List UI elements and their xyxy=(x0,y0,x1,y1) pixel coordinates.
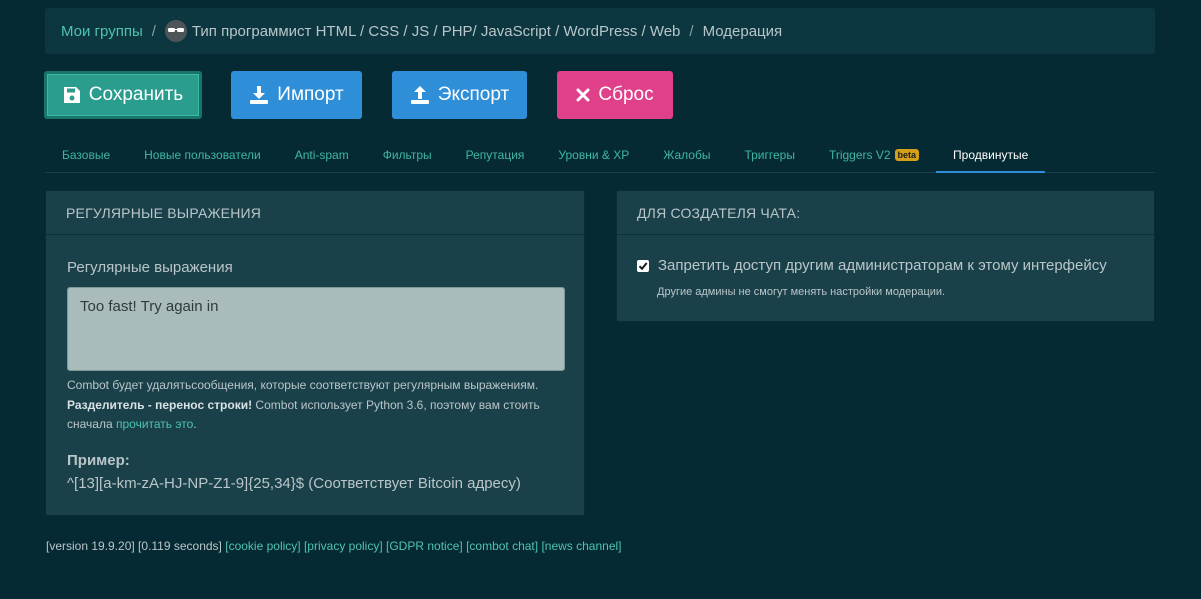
breadcrumb-separator: / xyxy=(151,22,156,40)
tab-label: Новые пользователи xyxy=(144,148,261,162)
regex-panel: РЕГУЛЯРНЫЕ ВЫРАЖЕНИЯ Регулярные выражени… xyxy=(45,190,585,516)
breadcrumb-my-groups-link[interactable]: Мои группы xyxy=(61,23,143,40)
restrict-admins-label[interactable]: Запретить доступ другим администраторам … xyxy=(658,257,1107,274)
import-button-label: Импорт xyxy=(277,84,344,105)
tab-new-users[interactable]: Новые пользователи xyxy=(127,138,278,172)
tab-label: Базовые xyxy=(62,148,111,162)
tab-anti-spam[interactable]: Anti-spam xyxy=(278,138,366,172)
read-this-link[interactable]: прочитать это xyxy=(116,417,193,431)
help-text-1: Combot будет удалятьсообщения, которые с… xyxy=(67,378,539,392)
tab-triggers[interactable]: Триггеры xyxy=(727,138,812,172)
tab-label: Фильтры xyxy=(382,148,432,162)
checkmark-icon xyxy=(638,261,648,270)
breadcrumb-group-link[interactable]: Тип программист HTML / CSS / JS / PHP/ J… xyxy=(192,23,681,40)
export-button-label: Экспорт xyxy=(437,84,510,105)
save-button-label: Сохранить xyxy=(88,84,184,105)
tab-label: Anti-spam xyxy=(294,148,349,162)
tab-reports[interactable]: Жалобы xyxy=(646,138,727,172)
upload-icon xyxy=(410,85,430,105)
tab-label: Триггеры xyxy=(744,148,795,162)
tab-basic[interactable]: Базовые xyxy=(45,138,127,172)
tab-label: Репутация xyxy=(465,148,525,162)
group-avatar xyxy=(164,20,187,42)
restrict-admins-row: Запретить доступ другим администраторам … xyxy=(637,257,1107,274)
privacy-policy-link[interactable]: [privacy policy] xyxy=(304,539,383,553)
tab-label: Уровни & XP xyxy=(558,148,630,162)
example-title: Пример: xyxy=(67,452,130,469)
regex-help-text: Combot будет удалятьсообщения, которые с… xyxy=(67,376,567,435)
regex-field-label: Регулярные выражения xyxy=(67,259,233,276)
save-button[interactable]: Сохранить xyxy=(44,71,202,119)
breadcrumb: Мои группы / Тип программист HTML / CSS … xyxy=(45,8,1155,54)
breadcrumb-separator: / xyxy=(689,22,694,40)
footer-version: [version 19.9.20] [0.119 seconds] xyxy=(46,539,222,553)
tab-filters[interactable]: Фильтры xyxy=(366,138,449,172)
footer: [version 19.9.20] [0.119 seconds] [cooki… xyxy=(46,539,622,553)
download-icon xyxy=(249,85,269,105)
export-button[interactable]: Экспорт xyxy=(392,71,527,119)
tab-label: Triggers V2 xyxy=(828,148,891,162)
combot-chat-link[interactable]: [combot chat] xyxy=(466,539,538,553)
chat-creator-panel-title: ДЛЯ СОЗДАТЕЛЯ ЧАТА: xyxy=(617,191,1154,235)
tab-label: Жалобы xyxy=(663,148,711,162)
gdpr-notice-link[interactable]: [GDPR notice] xyxy=(386,539,463,553)
help-text-bold: Разделитель - перенос строки! xyxy=(67,397,253,412)
breadcrumb-current: Модерация xyxy=(702,22,783,40)
floppy-disk-icon xyxy=(63,86,81,104)
example-value: ^[13][a-km-zA-HJ-NP-Z1-9]{25,34}$ (Соотв… xyxy=(67,475,521,492)
tab-levels-xp[interactable]: Уровни & XP xyxy=(541,138,646,172)
chat-creator-panel: ДЛЯ СОЗДАТЕЛЯ ЧАТА: Запретить доступ дру… xyxy=(616,190,1155,322)
beta-badge: beta xyxy=(894,149,920,161)
import-button[interactable]: Импорт xyxy=(231,71,362,119)
tab-label: Продвинутые xyxy=(953,147,1029,162)
tab-triggers-v2[interactable]: Triggers V2 beta xyxy=(812,138,936,172)
reset-button[interactable]: Сброс xyxy=(557,71,673,119)
settings-tabs: Базовые Новые пользователи Anti-spam Фил… xyxy=(45,138,1155,173)
help-text-end: . xyxy=(193,417,197,431)
regex-panel-title: РЕГУЛЯРНЫЕ ВЫРАЖЕНИЯ xyxy=(46,191,584,235)
cookie-policy-link[interactable]: [cookie policy] xyxy=(225,539,300,553)
restrict-admins-checkbox[interactable] xyxy=(637,259,649,272)
news-channel-link[interactable]: [news channel] xyxy=(541,539,621,553)
tab-reputation[interactable]: Репутация xyxy=(449,138,542,172)
reset-button-label: Сброс xyxy=(598,84,654,105)
regex-textarea[interactable]: Too fast! Try again in xyxy=(67,287,565,371)
restrict-admins-description: Другие админы не смогут менять настройки… xyxy=(657,286,946,298)
close-icon xyxy=(576,88,590,102)
tab-advanced[interactable]: Продвинутые xyxy=(936,138,1046,173)
